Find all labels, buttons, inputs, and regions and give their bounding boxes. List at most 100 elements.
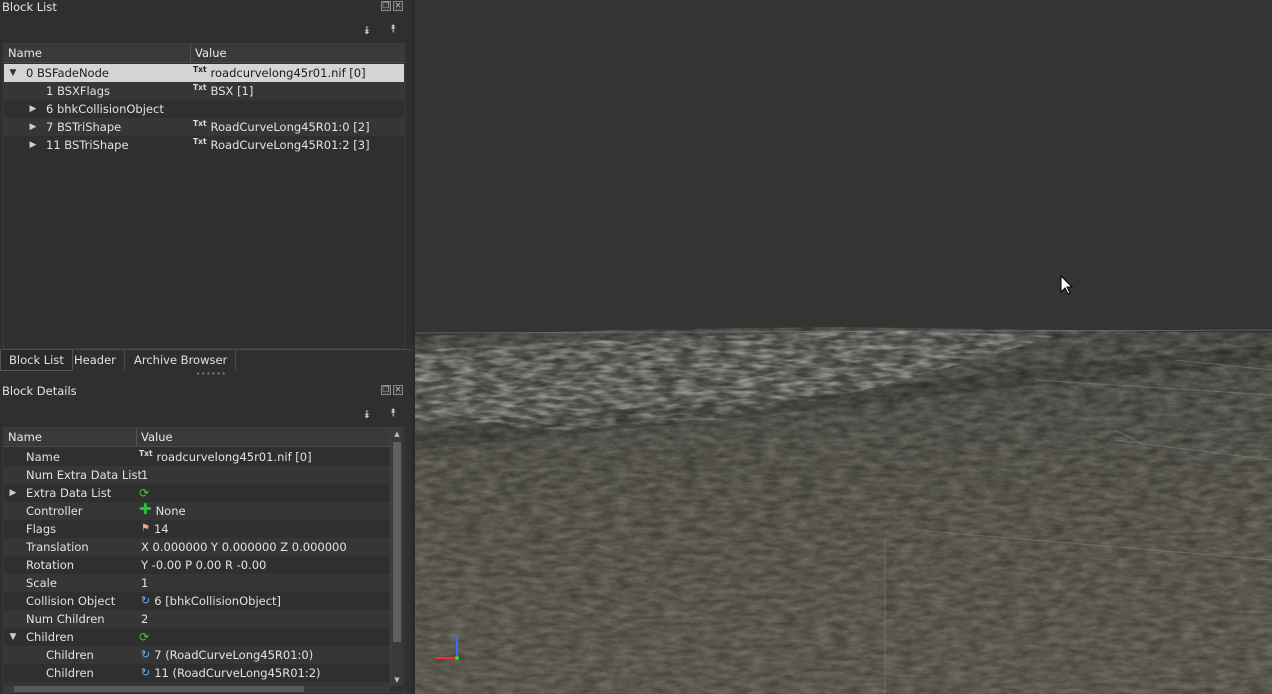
expand-arrow-icon[interactable]: ▼ (8, 64, 18, 82)
row-value: 1 (141, 576, 149, 590)
detail-row[interactable]: Translation X 0.000000 Y 0.000000 Z 0.00… (4, 538, 390, 556)
detail-row[interactable]: Children ↻ 7 (RoadCurveLong45R01:0) (4, 646, 390, 664)
expand-all-icon[interactable]: ⯯ (360, 408, 374, 422)
link-icon: ↻ (141, 594, 151, 607)
row-value: X 0.000000 Y 0.000000 Z 0.000000 (141, 540, 347, 554)
tab-block-list[interactable]: Block List (0, 350, 73, 371)
left-dock-panel: Block List ❐ ✕ ⯯ ⯭ Name Value ▼ 0 BSFade… (0, 0, 412, 694)
block-list-header: Name Value (4, 44, 404, 63)
tree-row[interactable]: 1 BSXFlags Txt BSX [1] (4, 82, 404, 100)
txt-icon: Txt (139, 449, 153, 458)
float-icon[interactable]: ❐ (381, 1, 391, 11)
row-name: Num Extra Data List (26, 468, 142, 482)
block-details-title: Block Details (2, 384, 77, 398)
row-value: ⟳ (139, 628, 149, 646)
tab-archive-browser[interactable]: Archive Browser (126, 350, 237, 370)
row-value: Txt RoadCurveLong45R01:0 [2] (193, 119, 370, 134)
close-icon[interactable]: ✕ (393, 1, 403, 11)
close-icon[interactable]: ✕ (393, 385, 403, 395)
splitter-grip-icon[interactable]: •••••• (196, 370, 227, 378)
float-icon[interactable]: ❐ (381, 385, 391, 395)
row-value: 2 (141, 612, 149, 626)
txt-icon: Txt (193, 137, 207, 146)
row-name: Extra Data List (26, 486, 112, 500)
collapse-all-icon[interactable]: ⯭ (386, 406, 400, 420)
detail-row[interactable]: Num Children 2 (4, 610, 390, 628)
collapse-arrow-icon[interactable]: ▶ (28, 100, 38, 118)
scroll-up-icon[interactable]: ▲ (391, 430, 403, 438)
block-details-header: Name Value (4, 428, 390, 447)
row-value: 1 (141, 468, 149, 482)
horizontal-scrollbar[interactable] (4, 686, 390, 692)
row-name: Collision Object (26, 594, 116, 608)
detail-row[interactable]: Controller ✚ None (4, 502, 390, 520)
detail-row[interactable]: Children ↻ 11 (RoadCurveLong45R01:2) (4, 664, 390, 682)
collapse-all-icon[interactable]: ⯭ (386, 22, 400, 36)
expand-arrow-icon[interactable]: ▼ (8, 628, 18, 646)
detail-row[interactable]: Rotation Y -0.00 P 0.00 R -0.00 (4, 556, 390, 574)
row-name: 1 BSXFlags (46, 84, 110, 98)
detail-row[interactable]: ▶ Extra Data List ⟳ (4, 484, 390, 502)
column-value[interactable]: Value (191, 44, 404, 62)
txt-icon: Txt (193, 83, 207, 92)
collapse-arrow-icon[interactable]: ▶ (28, 118, 38, 136)
plus-icon: ✚ (139, 502, 152, 518)
collapse-arrow-icon[interactable]: ▶ (28, 136, 38, 154)
row-name: 0 BSFadeNode (26, 66, 109, 80)
tab-header[interactable]: Header (66, 350, 125, 370)
row-name: Children (46, 666, 94, 680)
row-name: Name (26, 450, 60, 464)
block-list-tree[interactable]: Name Value ▼ 0 BSFadeNode Txt roadcurvelo… (3, 43, 405, 349)
column-name[interactable]: Name (4, 44, 191, 62)
tree-row[interactable]: ▼ 0 BSFadeNode Txt roadcurvelong45r01.nif… (4, 64, 404, 82)
detail-row[interactable]: Scale 1 (4, 574, 390, 592)
column-name[interactable]: Name (4, 428, 137, 446)
row-name: Children (26, 630, 74, 644)
render-viewport[interactable] (415, 0, 1272, 694)
hscroll-thumb[interactable] (14, 686, 304, 692)
flag-icon: ⚑ (141, 523, 150, 534)
detail-row[interactable]: Collision Object ↻ 6 [bhkCollisionObject] (4, 592, 390, 610)
column-value[interactable]: Value (137, 428, 390, 446)
row-value: Txt roadcurvelong45r01.nif [0] (139, 449, 312, 464)
block-details-dock-buttons: ❐ ✕ (381, 385, 403, 395)
row-value: Txt roadcurvelong45r01.nif [0] (193, 65, 366, 80)
row-name: 6 bhkCollisionObject (46, 102, 164, 116)
row-value: Y -0.00 P 0.00 R -0.00 (141, 558, 267, 572)
cycle-icon: ⟳ (139, 630, 150, 644)
row-name: 7 BSTriShape (46, 120, 122, 134)
block-list-title: Block List (2, 0, 57, 14)
cycle-icon: ⟳ (139, 486, 150, 500)
detail-row[interactable]: Flags ⚑ 14 (4, 520, 390, 538)
row-value: Txt RoadCurveLong45R01:2 [3] (193, 137, 370, 152)
row-value: ✚ None (139, 502, 186, 518)
terrain-render (415, 0, 1272, 694)
row-value: ⟳ (139, 484, 149, 502)
row-value: Txt BSX [1] (193, 83, 254, 98)
link-icon: ↻ (141, 648, 151, 661)
detail-row[interactable]: Name Txt roadcurvelong45r01.nif [0] (4, 448, 390, 466)
txt-icon: Txt (193, 119, 207, 128)
tree-row[interactable]: ▶ 11 BSTriShape Txt RoadCurveLong45R01:2 … (4, 136, 404, 154)
row-name: Rotation (26, 558, 75, 572)
txt-icon: Txt (193, 65, 207, 74)
detail-row[interactable]: Num Extra Data List 1 (4, 466, 390, 484)
dock-tabs: Block List Header Archive Browser (0, 349, 412, 371)
row-name: Controller (26, 504, 83, 518)
row-name: 11 BSTriShape (46, 138, 129, 152)
row-value: ↻ 6 [bhkCollisionObject] (141, 594, 282, 608)
row-value: ↻ 11 (RoadCurveLong45R01:2) (141, 666, 321, 680)
block-details-tree[interactable]: Name Value Name Txt roadcurvelong45r01.ni… (3, 427, 405, 693)
detail-row[interactable]: ▼ Children ⟳ (4, 628, 390, 646)
scroll-thumb[interactable] (393, 442, 401, 642)
expand-all-icon[interactable]: ⯯ (360, 24, 374, 38)
vertical-scrollbar[interactable]: ▲ ▼ (390, 428, 403, 686)
row-name: Scale (26, 576, 57, 590)
tree-row[interactable]: ▶ 6 bhkCollisionObject (4, 100, 404, 118)
collapse-arrow-icon[interactable]: ▶ (8, 484, 18, 502)
row-name: Num Children (26, 612, 105, 626)
tree-row[interactable]: ▶ 7 BSTriShape Txt RoadCurveLong45R01:0 [… (4, 118, 404, 136)
row-name: Flags (26, 522, 57, 536)
scroll-down-icon[interactable]: ▼ (391, 676, 403, 684)
row-name: Translation (26, 540, 89, 554)
